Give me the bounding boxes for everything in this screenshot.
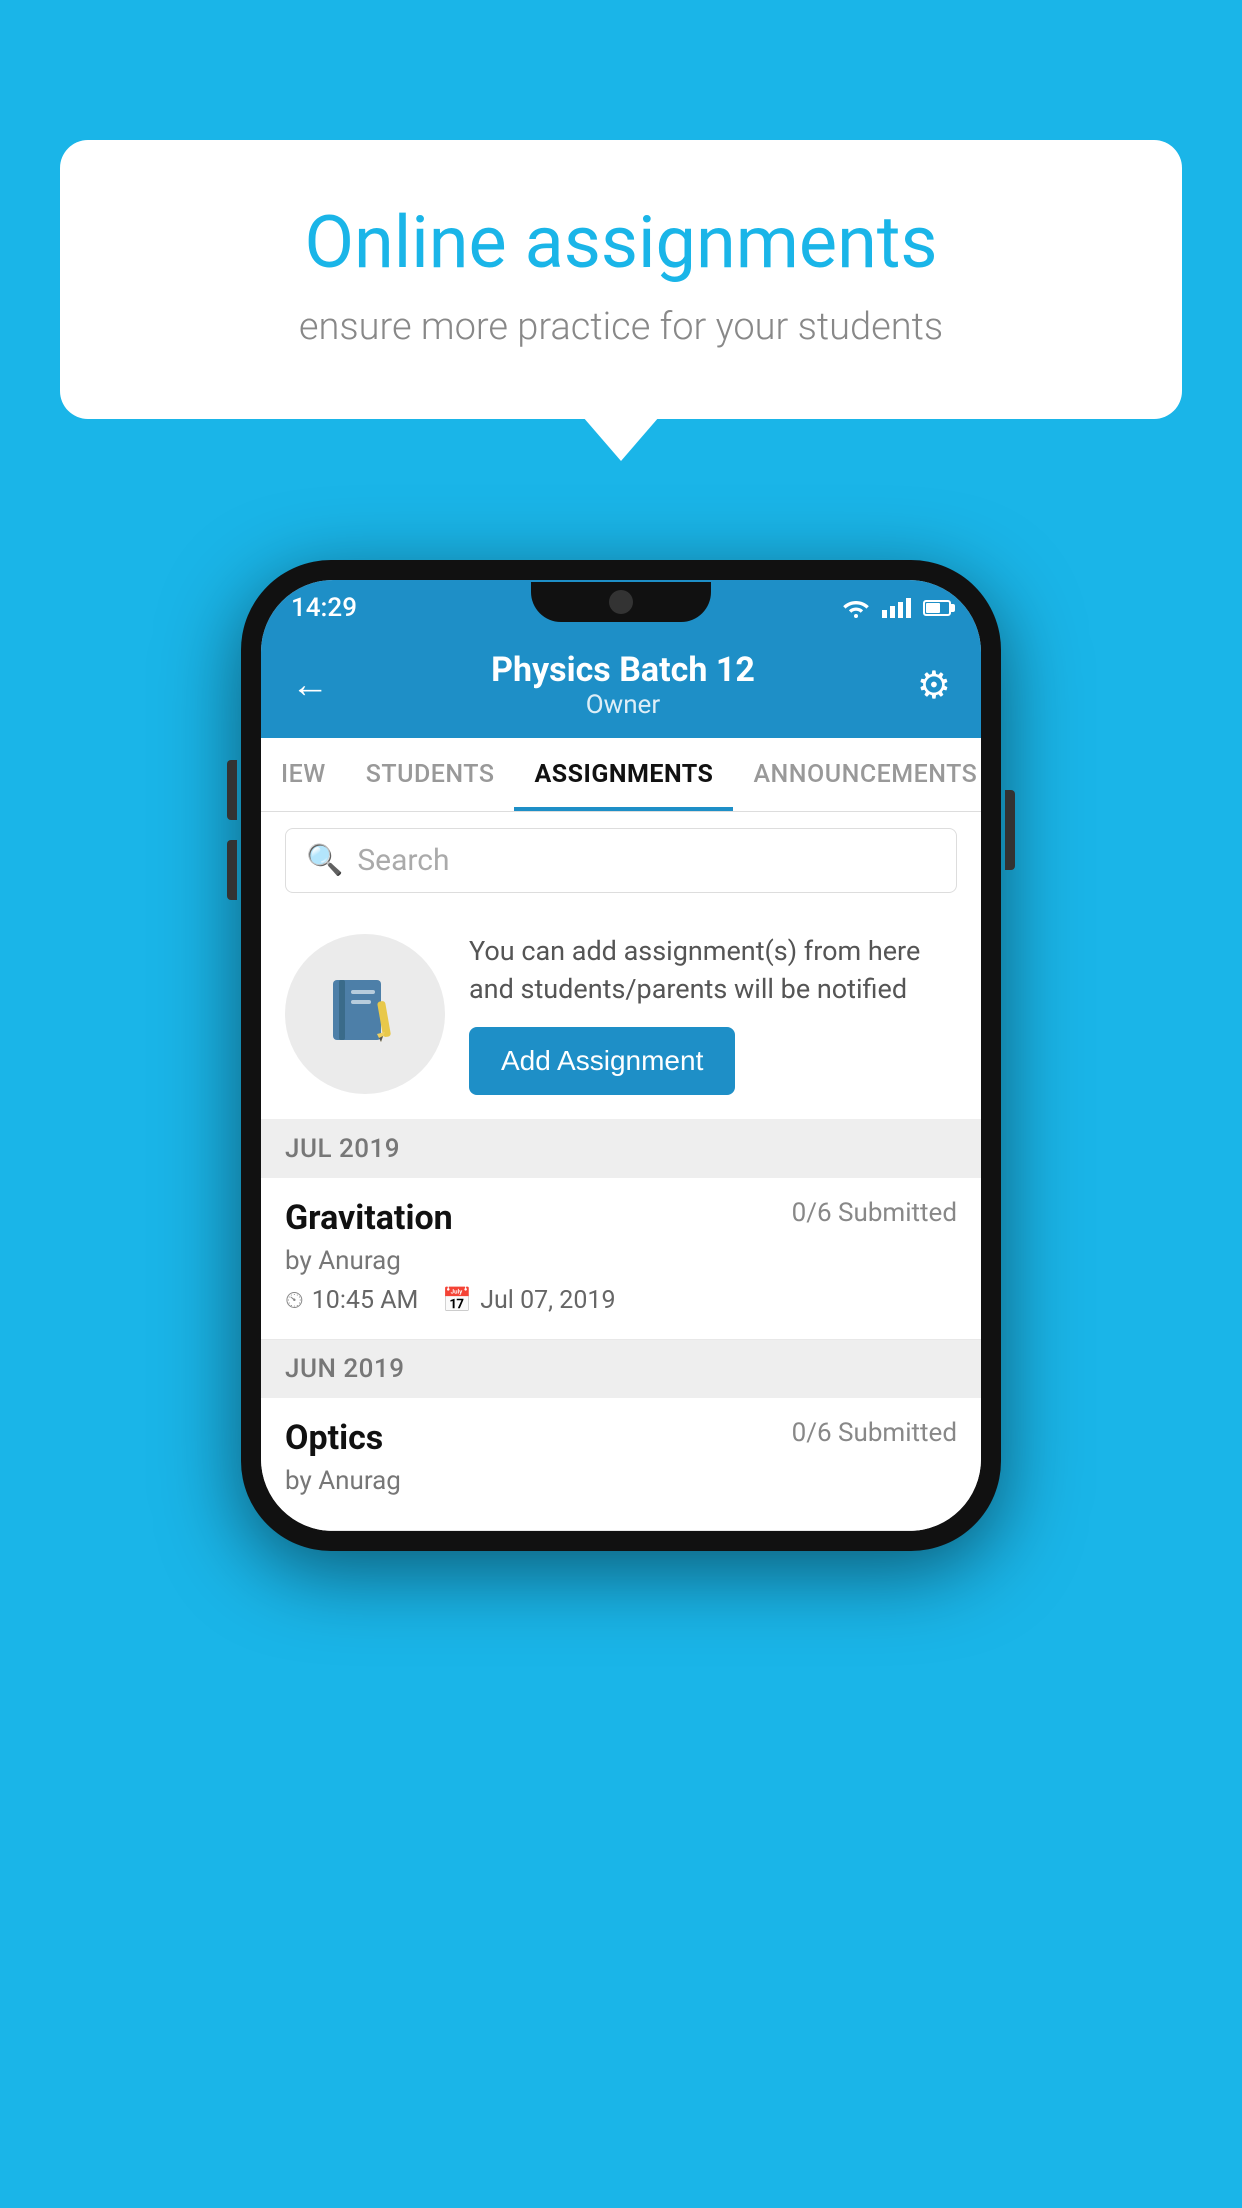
assignment-status-optics: 0/6 Submitted <box>792 1418 957 1448</box>
promo-icon-circle <box>285 934 445 1094</box>
battery-icon <box>923 600 951 616</box>
bubble-subtitle: ensure more practice for your students <box>130 305 1112 349</box>
notebook-icon <box>325 974 405 1054</box>
assignment-author: by Anurag <box>285 1246 957 1276</box>
assignment-item-gravitation[interactable]: Gravitation 0/6 Submitted by Anurag ⏲ 10… <box>261 1178 981 1340</box>
wifi-icon <box>842 597 870 619</box>
date-meta: 📅 Jul 07, 2019 <box>442 1286 615 1315</box>
assignment-status: 0/6 Submitted <box>792 1198 957 1228</box>
month-separator-jun: JUN 2019 <box>261 1340 981 1398</box>
assignment-header-row-optics: Optics 0/6 Submitted <box>285 1418 957 1458</box>
tab-assignments[interactable]: ASSIGNMENTS <box>514 738 733 811</box>
assignment-title: Gravitation <box>285 1198 453 1238</box>
time-meta: ⏲ 10:45 AM <box>285 1286 418 1315</box>
status-time: 14:29 <box>291 593 357 623</box>
speech-bubble-container: Online assignments ensure more practice … <box>60 140 1182 419</box>
search-bar[interactable]: 🔍 Search <box>285 828 957 893</box>
power-button <box>1005 790 1015 870</box>
phone-outer: 14:29 <box>241 560 1001 1551</box>
calendar-icon: 📅 <box>442 1286 472 1314</box>
tab-iew[interactable]: IEW <box>261 738 346 811</box>
signal-icon <box>882 598 911 618</box>
promo-description: You can add assignment(s) from here and … <box>469 933 957 1009</box>
add-assignment-button[interactable]: Add Assignment <box>469 1027 735 1095</box>
header-subtitle: Owner <box>491 690 755 720</box>
phone-wrapper: 14:29 <box>241 560 1001 1551</box>
status-icons <box>842 597 951 619</box>
assignment-meta: ⏲ 10:45 AM 📅 Jul 07, 2019 <box>285 1286 957 1315</box>
search-placeholder: Search <box>357 843 449 878</box>
assignment-title-optics: Optics <box>285 1418 383 1458</box>
clock-icon: ⏲ <box>285 1286 304 1314</box>
back-button[interactable]: ← <box>291 663 329 707</box>
search-container: 🔍 Search <box>261 812 981 909</box>
assignment-time: 10:45 AM <box>312 1286 419 1315</box>
promo-text-block: You can add assignment(s) from here and … <box>469 933 957 1095</box>
vol-up-button <box>227 760 237 820</box>
assignment-item-optics[interactable]: Optics 0/6 Submitted by Anurag <box>261 1398 981 1531</box>
month-separator-jul: JUL 2019 <box>261 1120 981 1178</box>
bubble-title: Online assignments <box>130 200 1112 285</box>
app-header: ← Physics Batch 12 Owner ⚙ <box>261 636 981 738</box>
tab-announcements[interactable]: ANNOUNCEMENTS <box>733 738 981 811</box>
search-icon: 🔍 <box>306 843 343 878</box>
speech-bubble: Online assignments ensure more practice … <box>60 140 1182 419</box>
phone-camera <box>609 590 633 614</box>
promo-block: You can add assignment(s) from here and … <box>261 909 981 1120</box>
header-title-block: Physics Batch 12 Owner <box>491 650 755 720</box>
vol-down-button <box>227 840 237 900</box>
tabs-bar: IEW STUDENTS ASSIGNMENTS ANNOUNCEMENTS <box>261 738 981 812</box>
assignment-author-optics: by Anurag <box>285 1466 957 1496</box>
assignment-header-row: Gravitation 0/6 Submitted <box>285 1198 957 1238</box>
phone-screen: 14:29 <box>261 580 981 1531</box>
header-title: Physics Batch 12 <box>491 650 755 690</box>
tab-students[interactable]: STUDENTS <box>346 738 515 811</box>
assignment-date: Jul 07, 2019 <box>480 1286 615 1315</box>
settings-icon[interactable]: ⚙ <box>917 663 951 708</box>
